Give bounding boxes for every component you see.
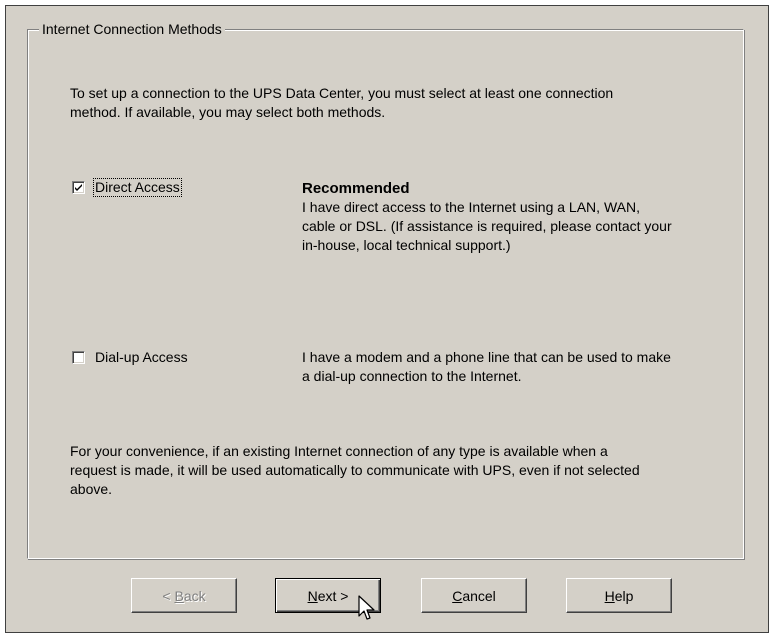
cancel-button[interactable]: Cancel (421, 578, 527, 613)
intro-text: To set up a connection to the UPS Data C… (70, 84, 613, 122)
footer-note-line-2: request is made, it will be used automat… (70, 462, 640, 478)
next-button-label: Next > (307, 587, 349, 604)
direct-access-desc-line-1: I have direct access to the Internet usi… (302, 199, 640, 215)
direct-access-description: Recommended I have direct access to the … (302, 179, 672, 255)
help-button[interactable]: Help (566, 578, 672, 613)
direct-access-desc-line-2: cable or DSL. (If assistance is required… (302, 218, 672, 234)
checkmark-icon (75, 184, 82, 191)
dialup-access-label[interactable]: Dial-up Access (94, 349, 189, 366)
recommended-heading: Recommended (302, 180, 410, 197)
back-button[interactable]: < Back (131, 578, 237, 613)
footer-note: For your convenience, if an existing Int… (70, 442, 640, 499)
intro-line-1: To set up a connection to the UPS Data C… (70, 85, 614, 101)
dialup-access-checkbox-row[interactable]: Dial-up Access (72, 349, 189, 366)
dialup-desc-line-1: I have a modem and a phone line that can… (302, 349, 671, 365)
direct-access-label[interactable]: Direct Access (93, 178, 182, 197)
dialup-desc-line-2: a dial-up connection to the Internet. (302, 368, 522, 384)
direct-access-desc-line-3: in-house, local technical support.) (302, 237, 511, 253)
group-title: Internet Connection Methods (39, 21, 225, 37)
cancel-button-label: Cancel (452, 587, 496, 604)
direct-access-checkbox[interactable] (72, 181, 85, 194)
direct-access-checkbox-row[interactable]: Direct Access (72, 178, 182, 197)
footer-note-line-1: For your convenience, if an existing Int… (70, 443, 608, 459)
back-button-label: < Back (162, 587, 206, 604)
help-button-label: Help (604, 587, 634, 604)
dialup-access-checkbox[interactable] (72, 351, 85, 364)
intro-line-2: method. If available, you may select bot… (70, 104, 386, 120)
mouse-pointer-icon (358, 595, 375, 620)
footer-note-line-3: above. (70, 481, 113, 497)
dialup-access-description: I have a modem and a phone line that can… (302, 348, 671, 386)
